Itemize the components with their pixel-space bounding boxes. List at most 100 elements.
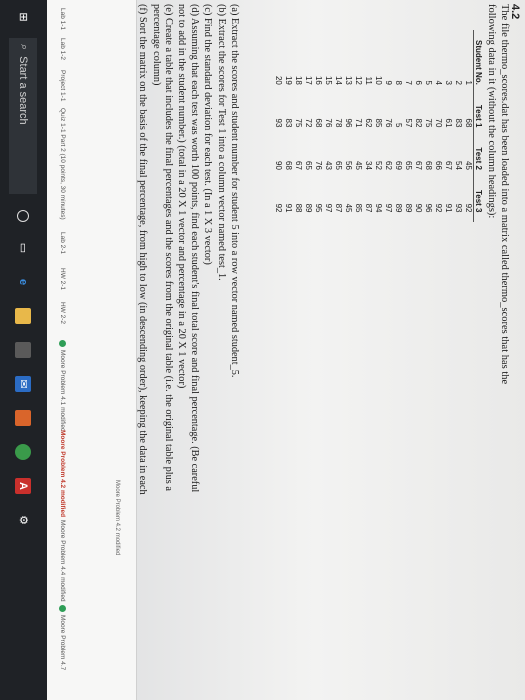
table-cell: 3 <box>444 80 453 85</box>
table-cell: 19 <box>284 75 293 85</box>
table-row: 13 96 56 45 <box>343 30 353 222</box>
search-input[interactable]: ⌕ Start a search <box>9 38 38 194</box>
cortana-icon[interactable] <box>17 210 30 222</box>
table-cell: 70 <box>434 118 443 128</box>
table-cell: 93 <box>454 203 463 213</box>
table-cell: 67 <box>414 161 423 170</box>
header-student-no: Student No. <box>473 30 483 95</box>
table-cell: 54 <box>454 161 463 170</box>
windows-taskbar: ⊞ ⌕ Start a search ▭ e ✉ A ⚙ <box>0 0 47 700</box>
table-cell: 94 <box>374 203 383 213</box>
table-cell: 71 <box>354 118 363 128</box>
table-row: 19 83 68 91 <box>283 30 293 222</box>
question-parts: (a) Extract the scores and student numbe… <box>122 4 240 504</box>
edge-icon[interactable]: e <box>16 274 32 290</box>
task-view-icon[interactable]: ▭ <box>16 240 32 256</box>
table-cell: 43 <box>324 161 333 170</box>
table-cell: 68 <box>284 161 293 170</box>
table-row: 6 82 67 90 <box>413 30 423 222</box>
file-explorer-icon[interactable] <box>15 308 32 324</box>
sidebar-item-moore-4-4[interactable]: Moore Problem 4.4 modified <box>59 520 66 602</box>
search-icon: ⌕ <box>18 44 30 51</box>
table-cell: 92 <box>274 203 283 213</box>
table-cell: 76 <box>324 118 333 128</box>
table-row: 12 71 45 85 <box>353 30 363 222</box>
table-cell: 11 <box>364 76 373 85</box>
table-cell: 75 <box>424 118 433 128</box>
sidebar-item-project-1-1[interactable]: Project 1-1 <box>59 70 66 101</box>
check-icon <box>59 605 66 612</box>
assignment-content: 4.2 The file thermo_scores.dat has been … <box>125 4 521 650</box>
table-cell: 65 <box>334 161 343 170</box>
table-cell: 13 <box>344 75 353 85</box>
table-cell: 68 <box>464 118 473 128</box>
table-cell: 92 <box>464 203 473 213</box>
table-cell: 87 <box>334 203 343 213</box>
table-row: 17 72 65 89 <box>303 30 313 222</box>
sidebar-item-moore-4-1[interactable]: Moore Problem 4.1 modified <box>59 340 66 432</box>
sidebar-item-hw-2-2[interactable]: HW 2-2 <box>59 302 66 324</box>
store-icon[interactable] <box>15 342 32 358</box>
sidebar-item-moore-4-2[interactable]: Moore Problem 4.2 modified <box>59 430 66 517</box>
mail-icon[interactable]: ✉ <box>15 376 32 392</box>
table-body: 1 68 45 92 2 83 54 93 3 61 67 91 4 70 66 92 5 75 68 96 6 82 67… <box>273 30 474 222</box>
table-row: 10 85 52 94 <box>373 30 383 222</box>
table-cell: 76 <box>314 161 323 170</box>
header-test-2: Test 2 <box>473 137 483 180</box>
sidebar-item-lab-2-1[interactable]: Lab 2-1 <box>59 232 66 254</box>
table-row: 5 75 68 96 <box>423 30 433 222</box>
table-cell: 45 <box>354 161 363 170</box>
table-cell: 8 <box>394 80 403 85</box>
table-cell: 57 <box>404 118 413 128</box>
table-row: 11 62 34 87 <box>363 30 373 222</box>
table-cell: 93 <box>274 118 283 128</box>
table-cell: 9 <box>384 80 393 85</box>
settings-icon[interactable]: ⚙ <box>16 512 32 528</box>
table-cell: 5 <box>394 122 403 128</box>
table-cell: 97 <box>384 203 393 213</box>
sidebar-item-quiz-1-1[interactable]: Quiz 1-1 Part 2 (10 points, 30 minutes) <box>59 108 66 220</box>
matlab-icon[interactable] <box>15 410 32 426</box>
table-cell: 72 <box>304 118 313 128</box>
part-c: (c) Find the standard deviation for each… <box>202 4 214 265</box>
table-cell: 17 <box>304 75 313 85</box>
part-e: (e) Create a table that includes the fin… <box>150 4 174 491</box>
acrobat-icon[interactable]: A <box>15 478 32 494</box>
part-d: (d) Assuming that each test was worth 10… <box>176 4 200 493</box>
sidebar-item-lab-1-2[interactable]: Lab 1-2 <box>59 38 66 60</box>
part-b: (b) Extract the scores for Test 1 into a… <box>215 4 227 281</box>
table-cell: 89 <box>404 203 413 213</box>
sidebar-item-lab-1-1[interactable]: Lab 1-1 <box>59 8 66 30</box>
table-cell: 6 <box>414 80 423 85</box>
table-cell: 65 <box>304 161 313 170</box>
table-cell: 68 <box>424 161 433 170</box>
table-cell: 75 <box>294 118 303 128</box>
table-cell: 89 <box>394 203 403 213</box>
table-cell: 91 <box>444 203 453 213</box>
table-cell: 78 <box>334 118 343 128</box>
table-row: 2 83 54 93 <box>453 30 463 222</box>
table-cell: 10 <box>374 75 383 85</box>
header-test-1: Test 1 <box>473 94 483 138</box>
table-cell: 83 <box>454 118 463 128</box>
table-row: 15 76 43 97 <box>323 30 333 222</box>
sidebar-item-moore-4-7[interactable]: Moore Problem 4.7 <box>59 605 66 670</box>
windows-icon[interactable]: ⊞ <box>16 9 32 25</box>
table-row: 16 68 76 95 <box>313 30 323 222</box>
table-cell: 4 <box>434 80 443 85</box>
table-cell: 95 <box>314 203 323 213</box>
table-row: 7 57 65 89 <box>403 30 413 222</box>
table-cell: 88 <box>294 203 303 213</box>
sidebar-item-hw-2-1[interactable]: HW 2-1 <box>59 268 66 290</box>
table-row: 8 5 69 89 <box>393 30 403 222</box>
table-cell: 45 <box>344 203 353 213</box>
table-cell: 14 <box>334 75 343 85</box>
table-cell: 61 <box>444 118 453 128</box>
table-cell: 68 <box>314 118 323 128</box>
table-row: 4 70 66 92 <box>433 30 443 222</box>
chrome-icon[interactable] <box>15 444 32 460</box>
table-cell: 66 <box>434 161 443 170</box>
check-icon <box>59 340 66 347</box>
table-cell: 92 <box>434 203 443 213</box>
table-cell: 85 <box>354 203 363 213</box>
